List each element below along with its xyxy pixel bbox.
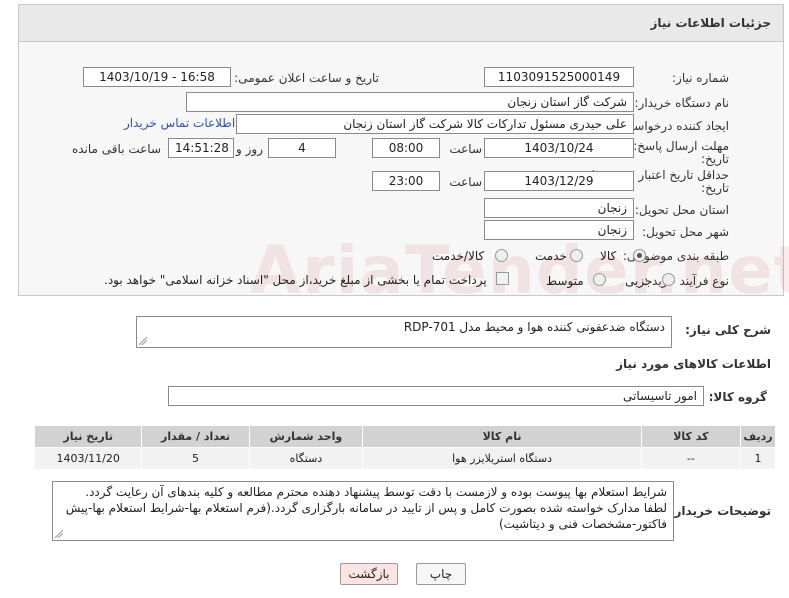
category-goods-service-radio[interactable] bbox=[495, 249, 508, 262]
remaining-time-field: 14:51:28 bbox=[168, 138, 234, 158]
reply-deadline-date-field: 1403/10/24 bbox=[484, 138, 634, 158]
delivery-city-label: شهر محل تحویل: bbox=[642, 225, 729, 239]
process-minor-label: جزیی bbox=[625, 274, 653, 288]
price-validity-label-date: تاریخ: bbox=[701, 181, 729, 195]
remaining-days-field: 4 bbox=[268, 138, 336, 158]
reply-deadline-label-date: تاریخ: bbox=[701, 152, 729, 166]
remaining-time-label: ساعت باقی مانده bbox=[71, 142, 161, 156]
delivery-province-field: زنجان bbox=[484, 198, 634, 218]
delivery-city-field: زنجان bbox=[484, 220, 634, 240]
buyer-contact-link[interactable]: اطلاعات تماس خریدار bbox=[124, 116, 235, 130]
reply-time-field: 08:00 bbox=[372, 138, 440, 158]
col-row-header: ردیف bbox=[739, 425, 777, 448]
goods-table: ردیف کد کالا نام کالا واحد شمارش تعداد /… bbox=[33, 425, 777, 470]
resize-grip-icon bbox=[55, 530, 63, 538]
announce-datetime-label: تاریخ و ساعت اعلان عمومی: bbox=[234, 71, 379, 85]
table-row: 1 -- دستگاه استریلایزر هوا دستگاه 5 1403… bbox=[33, 447, 777, 470]
col-qty-header: تعداد / مقدار bbox=[141, 425, 250, 448]
goods-group-field: امور تاسیساتی bbox=[168, 386, 704, 406]
print-button[interactable]: چاپ bbox=[416, 563, 466, 585]
process-type-label: نوع فرآیند خرید : bbox=[644, 274, 729, 288]
cell-qty: 5 bbox=[141, 447, 250, 470]
price-validity-date-field: 1403/12/29 bbox=[484, 171, 634, 191]
category-goods-radio[interactable] bbox=[633, 249, 646, 262]
requester-label: ایجاد کننده درخواست: bbox=[618, 119, 729, 133]
cell-row: 1 bbox=[739, 447, 777, 470]
panel-header: جزئیات اطلاعات نیاز bbox=[18, 4, 784, 42]
cell-code: -- bbox=[640, 447, 741, 470]
process-medium-radio[interactable] bbox=[593, 273, 606, 286]
days-label: روز و bbox=[236, 142, 263, 156]
reply-time-label: ساعت bbox=[449, 142, 482, 156]
page-title: جزئیات اطلاعات نیاز bbox=[650, 16, 771, 30]
buyer-org-label: نام دستگاه خریدار: bbox=[634, 96, 730, 110]
buyer-notes-label: توضیحات خریدار: bbox=[669, 504, 771, 518]
col-unit-header: واحد شمارش bbox=[248, 425, 364, 448]
reply-deadline-label: مهلت ارسال پاسخ: تا bbox=[622, 139, 729, 153]
category-service-radio[interactable] bbox=[570, 249, 583, 262]
treasury-payment-checkbox[interactable] bbox=[496, 272, 509, 285]
buyer-notes-textarea[interactable]: شرایط استعلام بها پیوست بوده و لازمست با… bbox=[52, 481, 674, 541]
resize-grip-icon bbox=[139, 337, 147, 345]
need-number-field: 1103091525000149 bbox=[484, 67, 634, 87]
buyer-org-field: شرکت گاز استان زنجان bbox=[186, 92, 634, 112]
cell-date: 1403/11/20 bbox=[33, 447, 143, 470]
announce-datetime-field: 1403/10/19 - 16:58 bbox=[83, 67, 231, 87]
goods-section-title: اطلاعات کالاهای مورد نیاز bbox=[616, 357, 771, 371]
cell-name: دستگاه استریلایزر هوا bbox=[362, 447, 642, 470]
requester-field: علی حیدری مسئول تدارکات کالا شرکت گاز اس… bbox=[236, 114, 634, 134]
treasury-payment-note: پرداخت تمام یا بخشی از مبلغ خرید،از محل … bbox=[104, 273, 487, 287]
col-date-header: تاریخ نیاز bbox=[33, 425, 143, 448]
category-goods-label: کالا bbox=[600, 249, 617, 263]
category-service-label: خدمت bbox=[535, 249, 567, 263]
col-name-header: نام کالا bbox=[362, 425, 642, 448]
summary-label: شرح کلی نیاز: bbox=[685, 323, 771, 337]
category-goods-service-label: کالا/خدمت bbox=[432, 249, 485, 263]
need-number-label: شماره نیاز: bbox=[672, 71, 729, 85]
table-header-row: ردیف کد کالا نام کالا واحد شمارش تعداد /… bbox=[33, 425, 777, 448]
process-medium-label: متوسط bbox=[546, 274, 584, 288]
price-validity-time-label: ساعت bbox=[449, 175, 482, 189]
delivery-province-label: استان محل تحویل: bbox=[634, 203, 729, 217]
cell-unit: دستگاه bbox=[248, 447, 364, 470]
process-minor-radio[interactable] bbox=[662, 273, 675, 286]
col-code-header: کد کالا bbox=[640, 425, 741, 448]
back-button[interactable]: بازگشت bbox=[340, 563, 398, 585]
price-validity-time-field: 23:00 bbox=[372, 171, 440, 191]
goods-group-label: گروه کالا: bbox=[708, 390, 767, 404]
summary-textarea[interactable]: دستگاه ضدعفونی کننده هوا و محیط مدل RDP-… bbox=[136, 316, 672, 348]
